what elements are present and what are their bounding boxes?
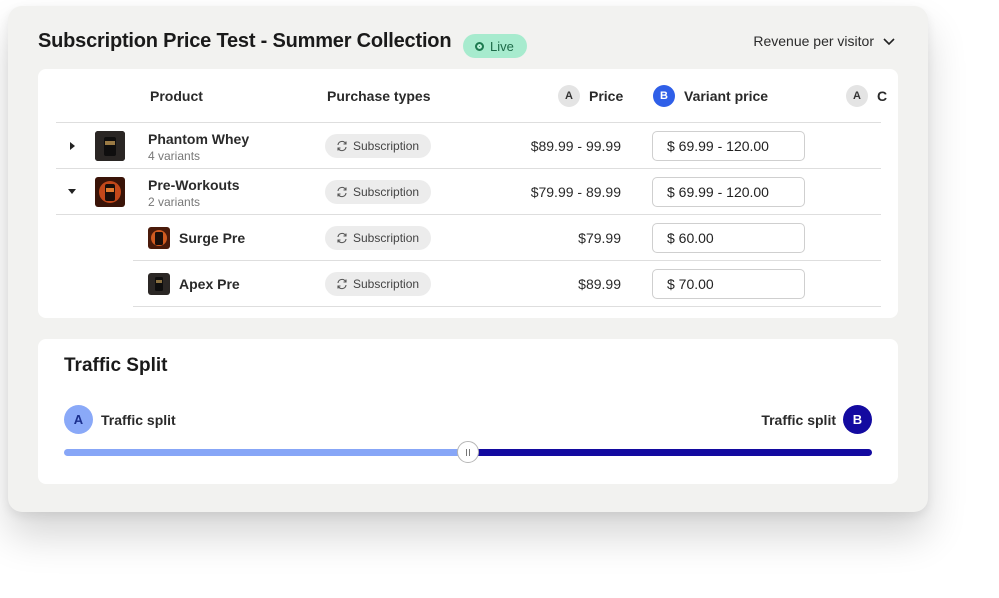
chevron-down-icon: [883, 38, 895, 46]
table-row[interactable]: Pre-Workouts 2 variants Subscription $79…: [56, 169, 881, 215]
product-name: Phantom Whey: [148, 131, 250, 147]
column-header-variant-price: B Variant price: [653, 69, 768, 123]
product-thumbnail: [148, 273, 170, 295]
column-header-price: A Price: [558, 69, 623, 123]
product-name: Surge Pre: [179, 230, 246, 246]
slider-handle[interactable]: [457, 441, 479, 463]
products-table: Product Purchase types A Price B Variant…: [38, 69, 898, 318]
table-row[interactable]: Phantom Whey 4 variants Subscription $89…: [56, 123, 881, 169]
column-header-variant-price-label: Variant price: [684, 88, 769, 104]
metric-dropdown[interactable]: Revenue per visitor: [753, 33, 896, 49]
table-row[interactable]: Surge Pre Subscription $79.99: [56, 215, 881, 261]
column-header-purchase-types: Purchase types: [327, 88, 431, 104]
traffic-split-fill-b: [468, 449, 872, 456]
purchase-type-chip: Subscription: [325, 272, 432, 296]
variant-a-avatar: A: [64, 405, 93, 434]
column-header-extra: A C: [846, 69, 887, 123]
purchase-type-label: Subscription: [353, 185, 420, 199]
variant-price-input[interactable]: [652, 223, 805, 253]
grip-line-icon: [466, 448, 467, 456]
product-thumbnail: [95, 131, 125, 161]
status-badge: Live: [463, 34, 527, 58]
status-badge-label: Live: [490, 38, 514, 54]
variant-b-pill: B: [653, 85, 675, 107]
row-divider: [133, 306, 881, 307]
collapse-caret-icon[interactable]: [68, 189, 76, 194]
product-variant-count: 2 variants: [148, 195, 201, 209]
variant-b-avatar: B: [843, 405, 872, 434]
purchase-type-chip: Subscription: [325, 180, 432, 204]
variant-a-pill: A: [846, 85, 868, 107]
purchase-type-label: Subscription: [353, 277, 420, 291]
purchase-type-label: Subscription: [353, 231, 420, 245]
purchase-type-chip: Subscription: [325, 134, 432, 158]
purchase-type-chip: Subscription: [325, 226, 432, 250]
refresh-icon: [337, 278, 347, 290]
traffic-split-label-a: Traffic split: [101, 412, 176, 428]
product-price: $89.99 - 99.99: [530, 138, 621, 154]
table-header: Product Purchase types A Price B Variant…: [56, 69, 887, 123]
grip-line-icon: [469, 448, 470, 456]
product-price: $79.99 - 89.99: [530, 184, 621, 200]
metric-dropdown-label: Revenue per visitor: [753, 33, 874, 49]
live-dot-icon: [475, 41, 484, 51]
column-header-extra-label: C: [877, 88, 888, 104]
product-price: $79.99: [578, 230, 621, 246]
variant-a-pill: A: [558, 85, 580, 107]
variant-price-input[interactable]: [652, 131, 805, 161]
product-name: Pre-Workouts: [148, 177, 240, 193]
product-name: Apex Pre: [179, 276, 240, 292]
traffic-split-fill-a: [64, 449, 468, 456]
product-thumbnail: [148, 227, 170, 249]
traffic-split-slider[interactable]: [64, 441, 872, 463]
purchase-type-label: Subscription: [353, 139, 420, 153]
product-price: $89.99: [578, 276, 621, 292]
expand-caret-icon[interactable]: [70, 142, 75, 150]
refresh-icon: [337, 140, 347, 152]
refresh-icon: [337, 186, 347, 198]
product-variant-count: 4 variants: [148, 149, 201, 163]
traffic-split-title: Traffic Split: [64, 355, 168, 376]
traffic-split-panel: Traffic Split A Traffic split Traffic sp…: [38, 339, 898, 484]
variant-price-input[interactable]: [652, 177, 805, 207]
variant-price-input[interactable]: [652, 269, 805, 299]
experiment-card: Subscription Price Test - Summer Collect…: [8, 6, 928, 512]
column-header-price-label: Price: [589, 88, 624, 104]
column-header-product: Product: [150, 88, 203, 104]
table-row[interactable]: Apex Pre Subscription $89.99: [56, 261, 881, 307]
product-thumbnail: [95, 177, 125, 207]
experiment-title: Subscription Price Test - Summer Collect…: [38, 30, 452, 52]
traffic-split-label-b: Traffic split: [761, 412, 836, 428]
refresh-icon: [337, 232, 347, 244]
